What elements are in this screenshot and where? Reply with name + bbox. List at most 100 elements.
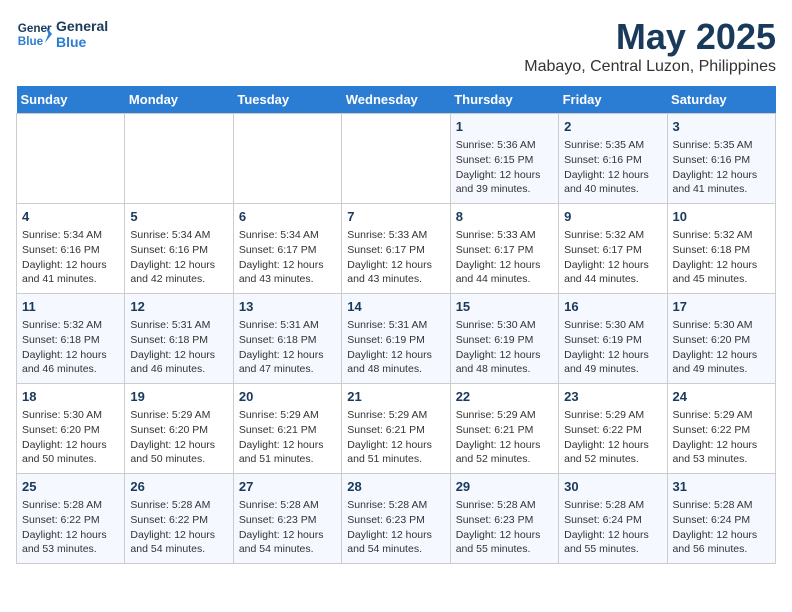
day-info: Sunrise: 5:28 AM xyxy=(564,498,661,513)
day-info: and 51 minutes. xyxy=(239,452,336,467)
calendar-table: SundayMondayTuesdayWednesdayThursdayFrid… xyxy=(16,86,776,564)
day-info: Sunset: 6:18 PM xyxy=(239,333,336,348)
day-info: Daylight: 12 hours xyxy=(673,348,770,363)
day-number: 17 xyxy=(673,298,770,316)
day-info: Sunrise: 5:30 AM xyxy=(456,318,553,333)
day-info: Sunset: 6:21 PM xyxy=(239,423,336,438)
day-cell: 23Sunrise: 5:29 AMSunset: 6:22 PMDayligh… xyxy=(559,384,667,474)
week-row-5: 25Sunrise: 5:28 AMSunset: 6:22 PMDayligh… xyxy=(17,474,776,564)
day-number: 29 xyxy=(456,478,553,496)
day-info: Sunset: 6:17 PM xyxy=(564,243,661,258)
day-info: Sunset: 6:22 PM xyxy=(564,423,661,438)
day-info: Sunrise: 5:32 AM xyxy=(22,318,119,333)
day-header-sunday: Sunday xyxy=(17,86,125,114)
day-info: Sunrise: 5:29 AM xyxy=(130,408,227,423)
day-info: Sunrise: 5:32 AM xyxy=(564,228,661,243)
day-header-monday: Monday xyxy=(125,86,233,114)
day-info: Sunset: 6:23 PM xyxy=(347,513,444,528)
header: General Blue General Blue May 2025 Mabay… xyxy=(16,16,776,76)
day-info: and 49 minutes. xyxy=(564,362,661,377)
day-number: 20 xyxy=(239,388,336,406)
day-info: Sunset: 6:19 PM xyxy=(564,333,661,348)
day-info: and 49 minutes. xyxy=(673,362,770,377)
day-info: Daylight: 12 hours xyxy=(22,348,119,363)
day-number: 4 xyxy=(22,208,119,226)
day-number: 12 xyxy=(130,298,227,316)
day-info: Sunrise: 5:33 AM xyxy=(456,228,553,243)
day-cell: 20Sunrise: 5:29 AMSunset: 6:21 PMDayligh… xyxy=(233,384,341,474)
day-info: and 48 minutes. xyxy=(347,362,444,377)
day-info: Sunrise: 5:36 AM xyxy=(456,138,553,153)
day-info: and 54 minutes. xyxy=(239,542,336,557)
day-cell: 28Sunrise: 5:28 AMSunset: 6:23 PMDayligh… xyxy=(342,474,450,564)
day-number: 2 xyxy=(564,118,661,136)
subtitle: Mabayo, Central Luzon, Philippines xyxy=(524,58,776,76)
day-info: Sunset: 6:19 PM xyxy=(456,333,553,348)
day-info: Sunrise: 5:29 AM xyxy=(456,408,553,423)
day-info: Sunrise: 5:31 AM xyxy=(130,318,227,333)
day-number: 27 xyxy=(239,478,336,496)
day-cell: 11Sunrise: 5:32 AMSunset: 6:18 PMDayligh… xyxy=(17,294,125,384)
day-number: 14 xyxy=(347,298,444,316)
day-number: 9 xyxy=(564,208,661,226)
day-info: and 55 minutes. xyxy=(456,542,553,557)
day-number: 21 xyxy=(347,388,444,406)
day-info: Daylight: 12 hours xyxy=(239,258,336,273)
day-info: Sunrise: 5:35 AM xyxy=(673,138,770,153)
day-info: Sunrise: 5:32 AM xyxy=(673,228,770,243)
day-cell: 19Sunrise: 5:29 AMSunset: 6:20 PMDayligh… xyxy=(125,384,233,474)
day-info: and 51 minutes. xyxy=(347,452,444,467)
day-info: Daylight: 12 hours xyxy=(564,168,661,183)
day-info: Sunrise: 5:28 AM xyxy=(22,498,119,513)
day-info: Daylight: 12 hours xyxy=(22,438,119,453)
day-info: Sunrise: 5:29 AM xyxy=(239,408,336,423)
day-cell xyxy=(233,114,341,204)
day-info: Sunrise: 5:33 AM xyxy=(347,228,444,243)
day-info: Daylight: 12 hours xyxy=(673,168,770,183)
day-info: Sunset: 6:20 PM xyxy=(130,423,227,438)
day-info: Sunset: 6:16 PM xyxy=(22,243,119,258)
day-info: Sunset: 6:22 PM xyxy=(22,513,119,528)
day-info: Sunset: 6:24 PM xyxy=(673,513,770,528)
day-info: Sunset: 6:20 PM xyxy=(673,333,770,348)
day-info: Sunset: 6:23 PM xyxy=(456,513,553,528)
day-info: Sunrise: 5:35 AM xyxy=(564,138,661,153)
day-info: Daylight: 12 hours xyxy=(347,438,444,453)
day-info: and 45 minutes. xyxy=(673,272,770,287)
day-info: Sunrise: 5:30 AM xyxy=(564,318,661,333)
day-info: Daylight: 12 hours xyxy=(456,438,553,453)
day-cell: 30Sunrise: 5:28 AMSunset: 6:24 PMDayligh… xyxy=(559,474,667,564)
day-info: and 47 minutes. xyxy=(239,362,336,377)
day-info: Daylight: 12 hours xyxy=(130,438,227,453)
day-cell: 6Sunrise: 5:34 AMSunset: 6:17 PMDaylight… xyxy=(233,204,341,294)
day-number: 25 xyxy=(22,478,119,496)
day-number: 13 xyxy=(239,298,336,316)
day-info: and 55 minutes. xyxy=(564,542,661,557)
day-cell: 26Sunrise: 5:28 AMSunset: 6:22 PMDayligh… xyxy=(125,474,233,564)
day-info: Daylight: 12 hours xyxy=(130,528,227,543)
day-info: Sunrise: 5:29 AM xyxy=(347,408,444,423)
day-info: Daylight: 12 hours xyxy=(456,348,553,363)
day-info: and 46 minutes. xyxy=(130,362,227,377)
day-cell: 16Sunrise: 5:30 AMSunset: 6:19 PMDayligh… xyxy=(559,294,667,384)
day-number: 26 xyxy=(130,478,227,496)
day-info: Sunset: 6:24 PM xyxy=(564,513,661,528)
logo-icon: General Blue xyxy=(16,16,52,52)
day-number: 22 xyxy=(456,388,553,406)
day-info: and 53 minutes. xyxy=(22,542,119,557)
day-info: and 48 minutes. xyxy=(456,362,553,377)
day-info: and 39 minutes. xyxy=(456,182,553,197)
day-number: 11 xyxy=(22,298,119,316)
day-info: and 56 minutes. xyxy=(673,542,770,557)
day-info: and 53 minutes. xyxy=(673,452,770,467)
day-info: Sunrise: 5:31 AM xyxy=(347,318,444,333)
day-info: and 52 minutes. xyxy=(564,452,661,467)
day-info: Sunset: 6:21 PM xyxy=(456,423,553,438)
logo-line2: Blue xyxy=(56,34,108,50)
day-number: 28 xyxy=(347,478,444,496)
day-number: 15 xyxy=(456,298,553,316)
day-info: Sunrise: 5:30 AM xyxy=(673,318,770,333)
day-number: 18 xyxy=(22,388,119,406)
day-info: Daylight: 12 hours xyxy=(673,438,770,453)
day-info: and 46 minutes. xyxy=(22,362,119,377)
